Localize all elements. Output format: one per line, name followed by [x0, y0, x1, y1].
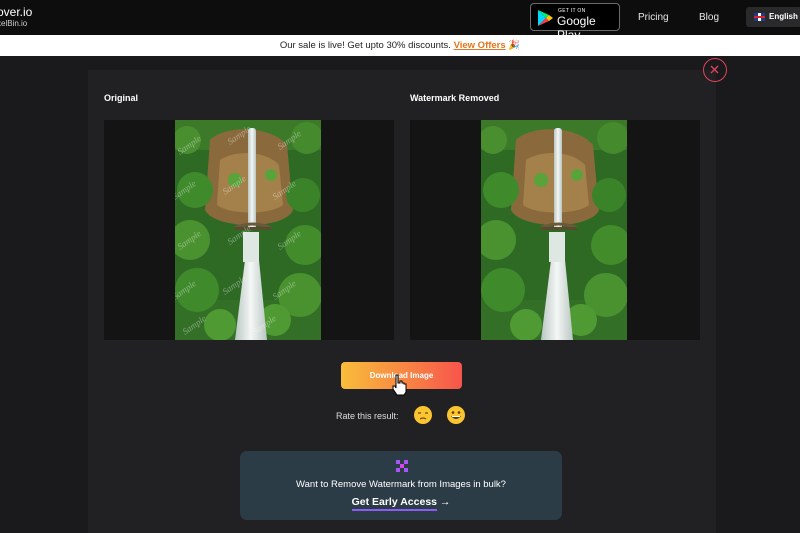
svg-text:Sample: Sample	[175, 178, 198, 201]
close-button[interactable]	[703, 58, 727, 82]
uk-flag-icon	[754, 13, 765, 21]
top-bar: over.io xelBin.io GET IT ON Google Play …	[0, 0, 800, 42]
bulk-promo-card: Want to Remove Watermark from Images in …	[240, 451, 562, 520]
svg-text:Sample: Sample	[275, 228, 302, 251]
rate-label: Rate this result:	[336, 411, 399, 421]
get-early-access-link[interactable]: Get Early Access →	[240, 496, 562, 511]
close-icon	[710, 65, 719, 74]
get-early-access-label: Get Early Access	[351, 496, 437, 511]
language-label: English	[769, 12, 798, 21]
brand-sub: xelBin.io	[0, 19, 28, 28]
nav-blog[interactable]: Blog	[699, 12, 719, 23]
rate-happy-button[interactable]	[447, 406, 465, 424]
original-image-panel: Sample Sample Sample Sample Sample Sampl…	[104, 120, 394, 340]
removed-label: Watermark Removed	[410, 93, 500, 103]
original-label: Original	[104, 93, 139, 103]
svg-text:Sample: Sample	[220, 173, 247, 196]
svg-text:Sample: Sample	[270, 278, 297, 301]
svg-text:Sample: Sample	[175, 228, 202, 251]
bulk-question: Want to Remove Watermark from Images in …	[296, 479, 506, 490]
svg-text:Sample: Sample	[175, 133, 202, 156]
hand-cursor-icon	[392, 374, 407, 396]
brand-logo[interactable]: over.io xelBin.io	[0, 6, 32, 29]
sale-text: Our sale is live! Get upto 30% discounts…	[279, 40, 451, 51]
removed-image-panel	[410, 120, 700, 340]
google-play-button[interactable]: GET IT ON Google Play	[530, 3, 620, 42]
rate-unhappy-button[interactable]	[414, 406, 432, 424]
pixelbin-logo-icon	[396, 460, 408, 472]
svg-text:Sample: Sample	[180, 313, 207, 336]
svg-text:Sample: Sample	[225, 123, 252, 146]
svg-text:Sample: Sample	[220, 273, 247, 296]
grinning-face-icon	[451, 411, 461, 419]
sale-banner: Our sale is live! Get upto 30% discounts…	[0, 35, 800, 56]
party-emoji-icon: 🎉	[508, 40, 521, 51]
svg-text:Sample: Sample	[270, 178, 297, 201]
google-play-icon	[538, 10, 553, 26]
language-selector[interactable]: English	[746, 7, 800, 27]
view-offers-link[interactable]: View Offers	[454, 40, 506, 51]
svg-text:Sample: Sample	[225, 223, 252, 246]
original-image: Sample Sample Sample Sample Sample Sampl…	[175, 120, 321, 340]
svg-text:Sample: Sample	[275, 128, 302, 151]
brand-name: over.io	[0, 5, 33, 19]
watermark-overlay: Sample Sample Sample Sample Sample Sampl…	[175, 123, 303, 336]
svg-text:Sample: Sample	[175, 278, 198, 301]
svg-text:Sample: Sample	[250, 313, 277, 336]
nav-pricing[interactable]: Pricing	[638, 12, 669, 23]
watermark-removed-image	[481, 120, 627, 340]
unamused-face-icon	[418, 412, 428, 420]
arrow-right-icon: →	[439, 496, 451, 508]
